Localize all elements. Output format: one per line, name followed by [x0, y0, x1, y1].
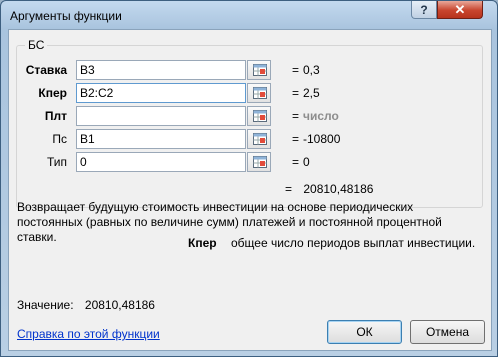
arg-result-nper: 2,5: [303, 86, 320, 100]
arg-input-nper[interactable]: B2:C2: [76, 83, 246, 103]
function-name: БС: [25, 38, 48, 52]
arg-result-type: 0: [303, 155, 310, 169]
collapse-dialog-button-nper[interactable]: [247, 83, 271, 103]
arg-label-pmt: Плт: [44, 109, 67, 123]
cancel-button[interactable]: Отмена: [410, 320, 485, 344]
range-select-icon: [253, 156, 267, 168]
collapse-dialog-button-type[interactable]: [247, 152, 271, 172]
arg-result-rate: 0,3: [303, 63, 320, 77]
collapse-dialog-button-pmt[interactable]: [247, 106, 271, 126]
range-select-icon: [253, 64, 267, 76]
equals-sign: =: [292, 86, 300, 100]
formula-value-label: Значение:: [17, 298, 74, 312]
arg-label-rate: Ставка: [25, 63, 67, 77]
help-link[interactable]: Справка по этой функции: [17, 327, 160, 341]
range-select-icon: [253, 133, 267, 145]
arg-label-nper: Кпер: [38, 86, 67, 100]
equals-sign: =: [285, 182, 293, 196]
collapse-dialog-button-pv[interactable]: [247, 129, 271, 149]
arg-input-pmt[interactable]: [76, 106, 246, 126]
arg-label-type: Тип: [46, 155, 67, 169]
equals-sign: =: [292, 109, 300, 123]
dialog-title: Аргументы функции: [10, 9, 122, 23]
arg-input-pv[interactable]: B1: [76, 129, 246, 149]
dialog-window: Аргументы функции ? ✕ БС Ставка B3 = 0,3…: [0, 0, 498, 357]
collapse-dialog-button-rate[interactable]: [247, 60, 271, 80]
ok-button[interactable]: ОК: [327, 320, 402, 344]
equals-sign: =: [292, 155, 300, 169]
argument-description-text: общее число периодов выплат инвестиции.: [231, 236, 476, 250]
argument-description-name: Кпер: [188, 236, 217, 250]
arg-label-pv: Пс: [52, 132, 67, 146]
equals-sign: =: [292, 132, 300, 146]
title-bar[interactable]: Аргументы функции ? ✕: [1, 1, 497, 31]
arg-result-pmt: число: [303, 109, 339, 123]
close-icon[interactable]: ✕: [437, 1, 483, 19]
arg-input-rate[interactable]: B3: [76, 60, 246, 80]
formula-result-value: 20810,48186: [303, 182, 374, 196]
equals-sign: =: [292, 63, 300, 77]
formula-value-row: Значение: 20810,48186: [17, 298, 155, 312]
arg-input-type[interactable]: 0: [76, 152, 246, 172]
formula-value: 20810,48186: [84, 298, 155, 312]
help-icon[interactable]: ?: [411, 1, 437, 19]
formula-result: = 20810,48186: [285, 182, 373, 196]
range-select-icon: [253, 110, 267, 122]
range-select-icon: [253, 87, 267, 99]
arg-result-pv: -10800: [303, 132, 341, 146]
dialog-body: БС Ставка B3 = 0,3 Кпер B2:C2 = 2,5 Плт …: [8, 29, 492, 351]
